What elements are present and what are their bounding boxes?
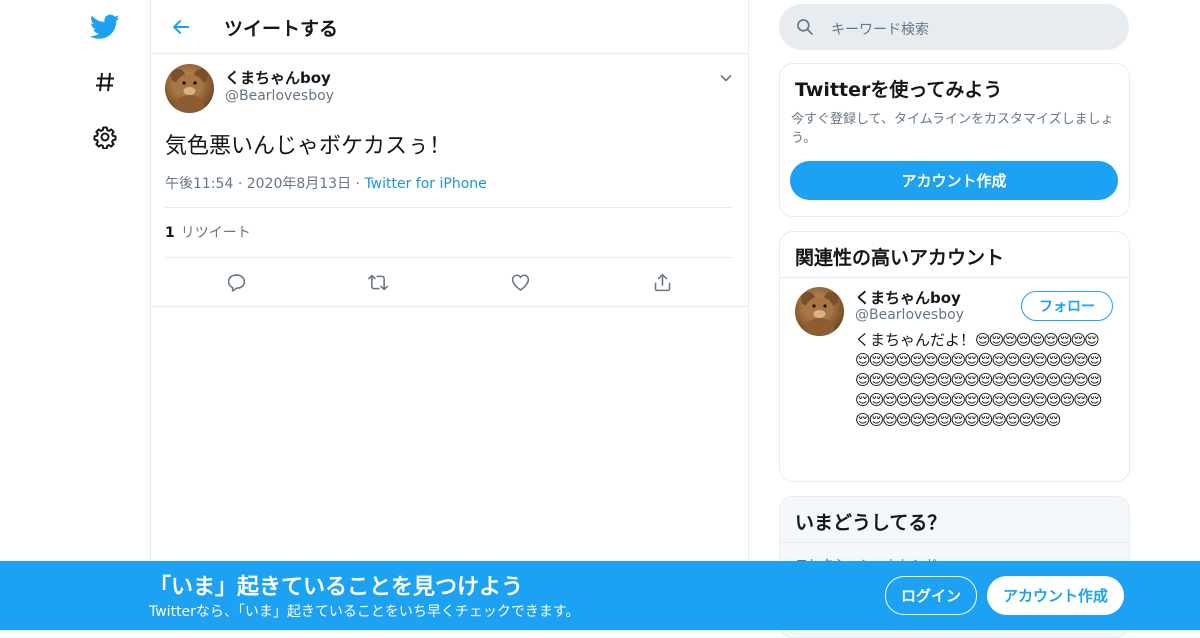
bear-avatar-image — [171, 69, 208, 113]
tweet-text: 気色悪いんじゃボケカスぅ！ — [165, 134, 452, 159]
login-button[interactable]: ログイン — [885, 576, 977, 615]
gear-icon[interactable] — [88, 120, 122, 154]
retweet-count-value: 1 — [165, 225, 175, 241]
bear-avatar-image — [801, 292, 838, 336]
signup-card-description: 今すぐ登録して、タイムラインをカスタマイズしましょう。 — [791, 112, 1114, 146]
signup-card: Twitterを使ってみよう 今すぐ登録して、タイムラインをカスタマイズしましょ… — [779, 63, 1130, 217]
avatar[interactable] — [165, 64, 214, 113]
search-placeholder: キーワード検索 — [831, 22, 929, 38]
twitter-bird-icon[interactable] — [88, 10, 122, 44]
hashtag-icon[interactable] — [88, 65, 122, 99]
trends-card-title: いまどうしてる？ — [795, 512, 947, 534]
tweet-meta: 午後11:54 · 2020年8月13日 · Twitter for iPhon… — [165, 173, 487, 193]
banner-title: 「いま」起きていることを見つけよう — [149, 575, 524, 600]
share-icon[interactable] — [650, 270, 674, 294]
author-name[interactable]: くまちゃんboy — [225, 67, 331, 88]
tweet-time[interactable]: 午後11:54 — [165, 176, 233, 192]
retweet-icon[interactable] — [366, 270, 390, 294]
create-account-button[interactable]: アカウント作成 — [790, 161, 1118, 200]
divider — [780, 277, 1129, 278]
divider — [165, 207, 733, 208]
back-button[interactable] — [168, 14, 194, 40]
banner-subtitle: Twitterなら、「いま」起きていることをいち早くチェックできます。 — [149, 604, 580, 620]
tweet-actions — [150, 258, 748, 307]
banner-create-account-button[interactable]: アカウント作成 — [987, 576, 1124, 615]
related-accounts-card: 関連性の高いアカウント くまちゃんboy @Bearlovesboy フォロー … — [779, 231, 1130, 482]
page-title: ツイートする — [224, 18, 339, 40]
left-nav — [0, 0, 151, 630]
signup-banner: 「いま」起きていることを見つけよう Twitterなら、「いま」起きていることを… — [0, 561, 1200, 630]
related-account-name[interactable]: くまちゃんboy — [855, 287, 961, 308]
tweet-date[interactable]: 2020年8月13日 — [247, 176, 351, 192]
meta-separator: · — [237, 176, 247, 192]
signup-card-title: Twitterを使ってみよう — [795, 79, 1003, 101]
related-account-bio: くまちゃんだよ！😌😌😌😌😌😌😌😌😌😌😌😌😌😌😌😌😌😌😌😌😌😌😌😌😌😌😌😌😌😌😌😌… — [855, 330, 1105, 430]
search-input[interactable]: キーワード検索 — [779, 4, 1129, 50]
chevron-down-icon[interactable] — [716, 68, 736, 88]
like-icon[interactable] — [508, 270, 532, 294]
follow-button[interactable]: フォロー — [1021, 291, 1113, 321]
page-header: ツイートする — [150, 0, 748, 54]
tweet-source-link[interactable]: Twitter for iPhone — [364, 176, 486, 192]
reply-icon[interactable] — [224, 270, 248, 294]
divider — [780, 542, 1129, 543]
related-account-handle[interactable]: @Bearlovesboy — [855, 307, 964, 323]
arrow-left-icon — [170, 16, 192, 38]
related-card-title: 関連性の高いアカウント — [795, 247, 1005, 269]
retweet-count-label: リツイート — [180, 225, 251, 241]
bio-text: くまちゃんだよ！ — [855, 331, 976, 349]
search-icon — [795, 17, 815, 37]
main-column: ツイートする くまちゃんboy @Bearlovesboy 気色悪いんじゃボケカ… — [150, 0, 749, 630]
author-handle[interactable]: @Bearlovesboy — [225, 88, 334, 104]
retweet-count[interactable]: 1 リツイート — [165, 222, 251, 242]
avatar[interactable] — [795, 287, 844, 336]
